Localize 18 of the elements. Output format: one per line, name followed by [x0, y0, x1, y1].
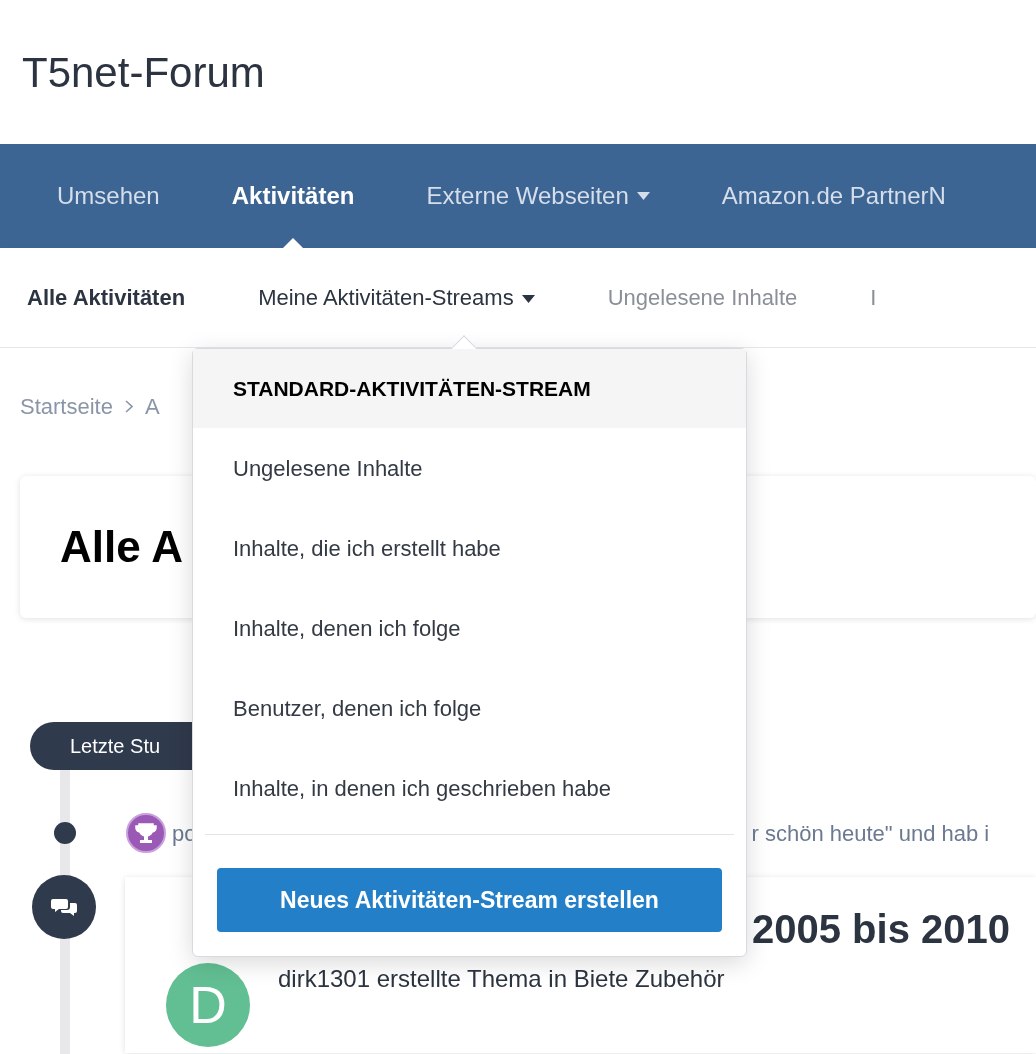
menu-item[interactable]: Ungelesene Inhalte	[193, 428, 746, 508]
nav-tab[interactable]: Umsehen	[21, 144, 196, 248]
trophy-icon	[126, 813, 166, 853]
menu-header[interactable]: STANDARD-AKTIVITÄTEN-STREAM	[193, 349, 746, 428]
topic-title[interactable]: 2005 bis 2010	[752, 907, 1010, 951]
subnav-tab[interactable]: Alle Aktivitäten	[27, 281, 186, 314]
nav-tab[interactable]: Externe Webseiten	[390, 144, 686, 248]
topic-meta: dirk1301 erstellte Thema in Biete Zubehör	[278, 964, 726, 994]
activity-text: r schön heute" und hab i	[751, 819, 990, 848]
create-stream-button[interactable]: Neues Aktivitäten-Stream erstellen	[217, 868, 722, 932]
nav-tab[interactable]: Amazon.de PartnerN	[685, 144, 982, 248]
chevron-icon	[124, 399, 133, 413]
menu-item[interactable]: Inhalte, denen ich folge	[193, 588, 746, 668]
avatar: D	[166, 963, 250, 1047]
subnav-tab[interactable]: Meine Aktivitäten-Streams	[258, 281, 535, 314]
page-title: Alle A	[60, 521, 184, 573]
site-title[interactable]: T5net-Forum	[22, 40, 265, 104]
menu-item[interactable]: Inhalte, die ich erstellt habe	[193, 508, 746, 588]
